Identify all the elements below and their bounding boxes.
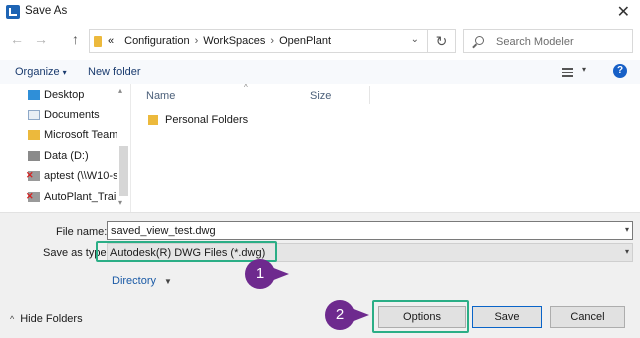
chevron-down-icon[interactable]: ▾ xyxy=(625,225,629,234)
desktop-icon xyxy=(28,90,40,100)
file-name-label: File name: xyxy=(56,226,108,238)
new-folder-button[interactable]: New folder xyxy=(88,66,141,78)
drive-icon xyxy=(28,151,40,161)
back-arrow-icon[interactable]: ← xyxy=(10,31,24,47)
scroll-up-icon[interactable]: ▴ xyxy=(118,86,122,95)
window-title: Save As xyxy=(25,5,68,17)
documents-icon xyxy=(28,110,40,120)
file-list xyxy=(131,84,640,212)
breadcrumb-configuration[interactable]: Configuration xyxy=(124,35,189,47)
hide-folders-label: Hide Folders xyxy=(20,313,83,325)
chevron-down-icon[interactable]: ⌄ xyxy=(411,34,419,45)
callout-badge-2: 2 xyxy=(325,300,369,330)
breadcrumb-openplant[interactable]: OpenPlant xyxy=(279,35,331,47)
network-drive-disconnected-icon xyxy=(26,191,40,202)
cancel-button[interactable]: Cancel xyxy=(550,306,625,328)
network-drive-disconnected-icon xyxy=(26,170,40,181)
nav-item-label: Documents xyxy=(44,109,100,121)
title-bar: Save As ✕ xyxy=(0,0,640,24)
forward-arrow-icon[interactable]: → xyxy=(34,31,48,47)
navigation-pane: Desktop Documents Microsoft Teams Data (… xyxy=(0,84,130,212)
directory-dropdown[interactable]: Directory ▼ xyxy=(112,275,172,287)
up-arrow-icon[interactable]: ↑ xyxy=(72,31,79,47)
highlight-options xyxy=(372,300,469,333)
app-icon xyxy=(6,5,20,19)
breadcrumb-workspaces[interactable]: WorkSpaces xyxy=(203,35,265,47)
scrollbar-thumb[interactable] xyxy=(119,146,128,196)
search-box[interactable] xyxy=(463,29,633,53)
caret-down-icon[interactable]: ▾ xyxy=(582,65,586,74)
nav-pane-scrollbar[interactable]: ▴ ▾ xyxy=(117,84,130,212)
nav-item-label: Data (D:) xyxy=(44,150,89,162)
organize-button[interactable]: Organize ▾ xyxy=(15,66,67,78)
save-button[interactable]: Save xyxy=(472,306,542,328)
hide-folders-button[interactable]: ^ Hide Folders xyxy=(10,313,83,325)
caret-down-icon: ▾ xyxy=(62,68,67,77)
directory-label: Directory xyxy=(112,275,157,287)
refresh-icon[interactable]: ↻ xyxy=(428,29,456,53)
list-item-label: Personal Folders xyxy=(165,114,249,126)
view-options-icon[interactable] xyxy=(562,68,573,77)
column-header-size[interactable]: Size xyxy=(310,90,331,102)
sort-indicator-icon: ^ xyxy=(244,83,248,92)
organize-label: Organize xyxy=(15,66,60,78)
address-bar[interactable]: « Configuration › WorkSpaces › OpenPlant ⌄ xyxy=(89,29,428,53)
callout-badge-1: 1 xyxy=(245,259,289,289)
folder-icon xyxy=(94,36,102,47)
chevron-right-icon: › xyxy=(270,35,275,47)
search-icon xyxy=(475,36,484,45)
search-input[interactable] xyxy=(496,34,626,49)
folder-icon xyxy=(148,115,158,125)
chevron-up-icon: ^ xyxy=(10,314,15,324)
help-icon[interactable]: ? xyxy=(613,64,627,78)
nav-item-label: aptest (\\W10-sp xyxy=(44,170,125,182)
file-name-input[interactable] xyxy=(111,224,611,238)
chevron-right-icon: › xyxy=(194,35,199,47)
command-bar: Organize ▾ New folder ▾ xyxy=(0,60,640,84)
file-name-combobox[interactable]: ▾ xyxy=(107,221,633,240)
scroll-down-icon[interactable]: ▾ xyxy=(118,198,122,207)
column-header-name[interactable]: Name xyxy=(146,90,175,102)
close-icon[interactable]: ✕ xyxy=(617,2,630,22)
column-divider[interactable] xyxy=(369,86,370,104)
folder-icon xyxy=(28,130,40,140)
highlight-save-as-type xyxy=(96,241,277,262)
breadcrumb: « Configuration › WorkSpaces › OpenPlant xyxy=(108,35,331,47)
caret-down-icon: ▼ xyxy=(164,277,172,286)
breadcrumb-overflow[interactable]: « xyxy=(108,35,114,47)
nav-item-label: Desktop xyxy=(44,89,85,101)
chevron-down-icon[interactable]: ▾ xyxy=(625,247,629,256)
nav-item-label: Microsoft Teams xyxy=(44,129,124,141)
